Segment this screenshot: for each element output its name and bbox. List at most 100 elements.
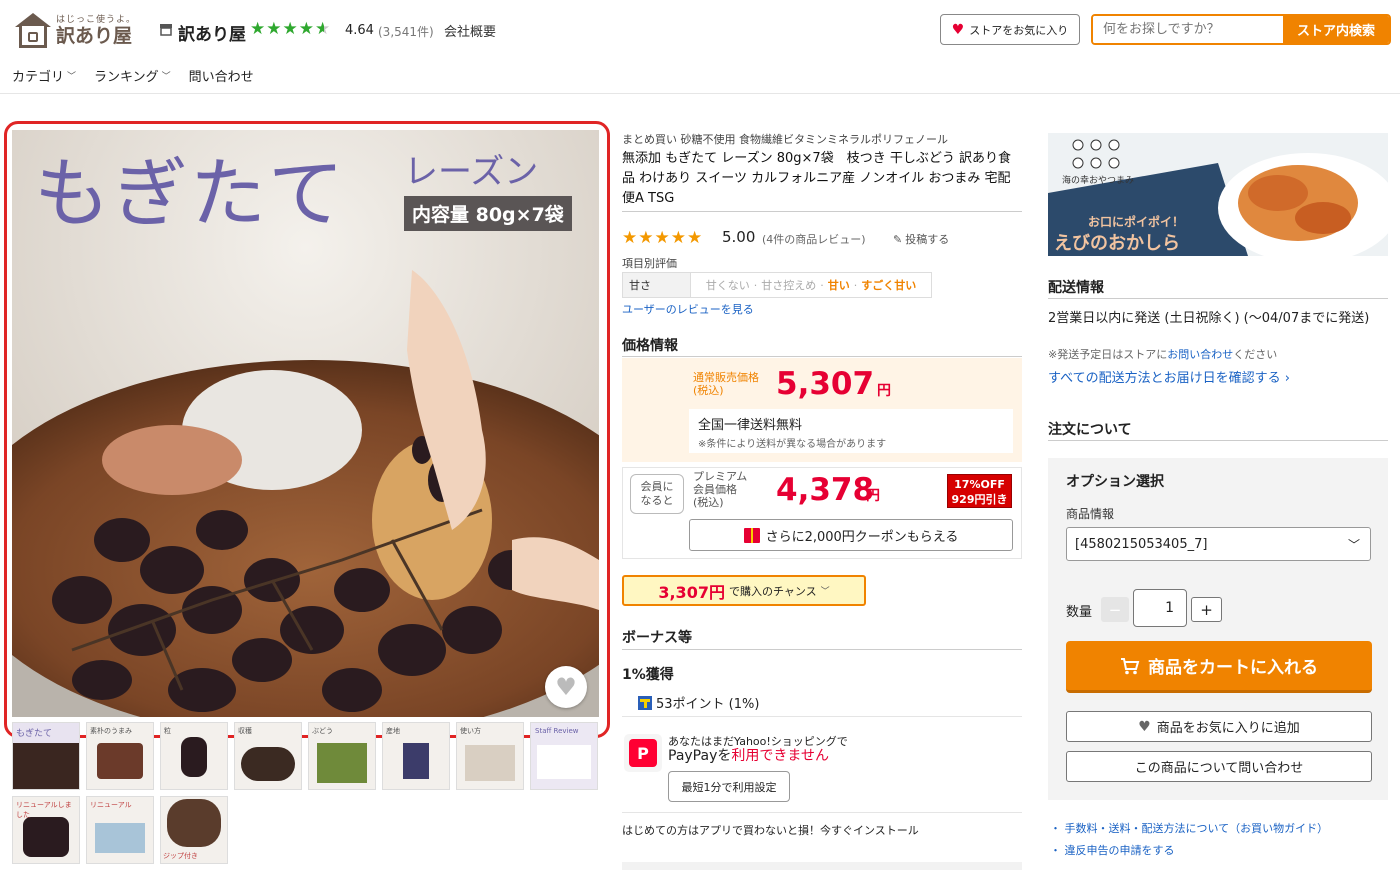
- price-heading: 価格情報: [622, 338, 678, 354]
- tpoint-value: 53ポイント (1%): [656, 697, 760, 712]
- company-info-link[interactable]: 会社概要: [444, 21, 496, 40]
- review-count-link[interactable]: (4件の商品レビュー): [762, 231, 866, 247]
- favorite-store-button[interactable]: ♥ ストアをお気に入り: [940, 14, 1080, 45]
- quantity-input[interactable]: 1: [1133, 589, 1187, 627]
- banner-title: えびのおかしら: [1054, 233, 1180, 254]
- thumbnail[interactable]: リニューアルしました: [12, 796, 80, 864]
- store-nav: カテゴリ ﹀ ランキング ﹀ 問い合わせ: [12, 66, 254, 85]
- option-title: オプション選択: [1066, 474, 1164, 490]
- purchase-chance-button[interactable]: 3,307円 で購入のチャンス ﹀: [622, 575, 866, 606]
- shipping-free-box: 全国一律送料無料 ※条件により送料が異なる場合があります: [689, 409, 1013, 453]
- thumbnail-caption: 使い方: [460, 727, 481, 735]
- user-reviews-link[interactable]: ユーザーのレビューを見る: [622, 301, 754, 317]
- sweet-option: 甘さ控えめ: [761, 279, 817, 292]
- coupon-button[interactable]: さらに2,000円クーポンもらえる: [689, 519, 1013, 551]
- thumbnail[interactable]: リニューアル: [86, 796, 154, 864]
- divider: [622, 649, 1022, 650]
- option-select[interactable]: [4580215053405_7] ﹀: [1066, 527, 1371, 561]
- thumbnail[interactable]: ぶどう: [308, 722, 376, 790]
- contact-link[interactable]: お問い合わせ: [1167, 348, 1233, 361]
- promo-banner[interactable]: 海の幸おやつまみ お口にポイポイ！ えびのおかしら: [1048, 133, 1388, 256]
- yen-unit: 円: [866, 488, 880, 504]
- divider: [622, 211, 1022, 212]
- main-image-title: もぎたて: [34, 149, 346, 238]
- thumbnail[interactable]: Staff Review: [530, 722, 598, 790]
- chevron-right-icon: ›: [1284, 371, 1290, 386]
- paypay-status-a: PayPayを: [668, 748, 732, 764]
- discount-badge: 17%OFF 929円引き: [947, 474, 1012, 508]
- app-promo-link[interactable]: はじめての方はアプリで買わないと損！今すぐインストール: [622, 822, 919, 838]
- paypay-setup-button[interactable]: 最短1分で利用設定: [668, 771, 790, 802]
- nav-inquiry[interactable]: 問い合わせ: [189, 66, 254, 85]
- nav-ranking[interactable]: ランキング ﹀: [94, 66, 171, 85]
- add-favorite-label: 商品をお気に入りに追加: [1156, 721, 1300, 736]
- write-review-link[interactable]: ✎ 投稿する: [893, 231, 949, 247]
- store-logo[interactable]: はじっこ使うよ。 訳あり屋: [14, 12, 140, 50]
- thumbnail-caption: もぎたて: [13, 723, 79, 743]
- sweetness-label: 甘さ: [623, 273, 691, 297]
- product-tagline: まとめ買い 砂糖不使用 食物繊維ビタミンミネラルポリフェノール: [622, 133, 948, 146]
- quantity-increase-button[interactable]: +: [1191, 597, 1222, 622]
- divider: [622, 716, 1022, 717]
- product-main-image[interactable]: もぎたて レーズン 内容量 80g×7袋 ♥: [12, 130, 599, 717]
- pencil-icon: ✎: [893, 232, 903, 246]
- discount-percent: 17%OFF: [954, 478, 1005, 491]
- member-price: 4,378: [776, 472, 875, 508]
- product-info-label: 商品情報: [1066, 507, 1115, 521]
- banner-tagline: お口にポイポイ！: [1088, 215, 1185, 229]
- heart-icon: ♥: [1138, 718, 1151, 735]
- product-inquiry-button[interactable]: この商品について問い合わせ: [1066, 751, 1372, 782]
- store-rating-value[interactable]: 4.64: [345, 23, 374, 38]
- thumbnail[interactable]: 素朴のうまみ: [86, 722, 154, 790]
- store-search: ストア内検索: [1091, 14, 1391, 45]
- divider: [622, 356, 1022, 357]
- shopping-guide-link[interactable]: ・ 手数料・送料・配送方法について（お買い物ガイド）: [1050, 820, 1328, 836]
- member-badge: 会員に なると: [630, 474, 684, 514]
- thumbnail[interactable]: 収穫: [234, 722, 302, 790]
- cart-button-label: 商品をカートに入れる: [1148, 658, 1318, 678]
- store-rating-count[interactable]: (3,541件): [378, 23, 434, 40]
- chance-price: 3,307円: [658, 582, 725, 602]
- chevron-down-icon: ﹀: [1347, 537, 1360, 552]
- shipping-days: 2営業日以内に発送 (土日祝除く) (〜04/07までに発送): [1048, 311, 1370, 326]
- thumbnail[interactable]: 産地: [382, 722, 450, 790]
- sweetness-rating: 甘さ 甘くない · 甘さ控えめ · 甘い · すごく甘い: [622, 272, 932, 298]
- add-favorite-button[interactable]: ♥ 商品をお気に入りに追加: [1066, 711, 1372, 742]
- search-input[interactable]: [1093, 16, 1283, 43]
- all-shipping-methods-link[interactable]: すべての配送方法とお届け日を確認する ›: [1048, 367, 1290, 386]
- main-image-subtitle: レーズン: [404, 152, 539, 192]
- thumbnail[interactable]: ジップ付き: [160, 796, 228, 864]
- member-label-line: 会員価格: [693, 483, 737, 496]
- thumbnail-caption: 素朴のうまみ: [90, 727, 132, 735]
- thumbnail-caption: Staff Review: [535, 727, 579, 735]
- favorite-item-heart-button[interactable]: ♥: [545, 666, 587, 708]
- store-name-link[interactable]: 訳あり屋: [178, 20, 246, 45]
- thumbnail-caption: 収穫: [238, 727, 252, 735]
- report-violation-link[interactable]: ・ 違反申告の申請をする: [1050, 842, 1175, 858]
- sweet-option: すごく甘い: [861, 279, 917, 292]
- chevron-down-icon: ﹀: [161, 72, 171, 82]
- shipping-contact: ※発送予定日はストアにお問い合わせください: [1048, 346, 1277, 362]
- store-search-button[interactable]: ストア内検索: [1283, 16, 1389, 43]
- shopping-guide-label: 手数料・送料・配送方法について（お買い物ガイド）: [1064, 822, 1329, 835]
- regular-price-label-2: (税込): [693, 384, 724, 397]
- capacity-label: 内容量 80g×7袋: [404, 196, 572, 231]
- regular-price-label-1: 通常販売価格: [693, 371, 759, 384]
- thumbnail[interactable]: 粒: [160, 722, 228, 790]
- shipping-heading: 配送情報: [1048, 280, 1104, 296]
- paypay-status-b: 利用できません: [731, 748, 829, 764]
- shipping-contact-suffix: ください: [1233, 348, 1278, 361]
- quantity-decrease-button[interactable]: −: [1101, 597, 1129, 622]
- tpoint-row: 53ポイント (1%): [638, 693, 759, 712]
- store-icon: [160, 24, 172, 36]
- house-logo-icon: [14, 13, 52, 49]
- thumbnail[interactable]: 使い方: [456, 722, 524, 790]
- add-to-cart-button[interactable]: 商品をカートに入れる: [1066, 641, 1372, 693]
- thumbnail[interactable]: もぎたて: [12, 722, 80, 790]
- nav-category[interactable]: カテゴリ ﹀: [12, 66, 76, 85]
- shipping-note: ※条件により送料が異なる場合があります: [698, 439, 887, 450]
- chance-label: で購入のチャンス: [728, 584, 817, 598]
- thumbnail-caption: リニューアルしました: [16, 801, 72, 819]
- write-review-label: 投稿する: [905, 233, 950, 246]
- nav-label: 問い合わせ: [188, 70, 254, 85]
